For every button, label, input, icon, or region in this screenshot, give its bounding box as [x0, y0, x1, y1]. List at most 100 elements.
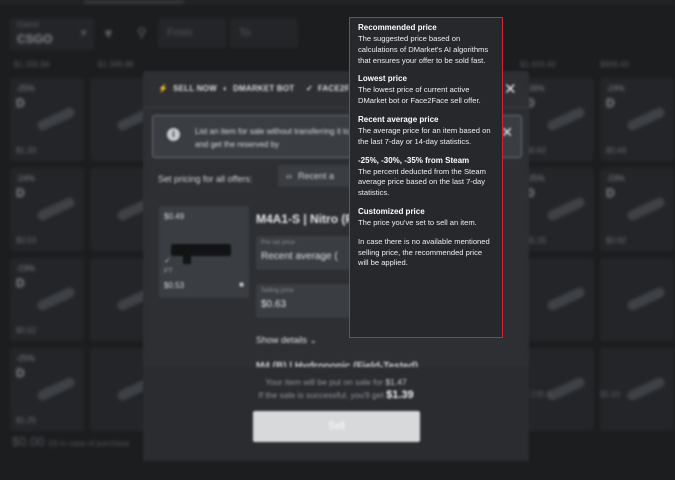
market-item-card[interactable]: -24% D $0.53 [10, 168, 84, 251]
filter-icon[interactable]: ▼ [102, 26, 115, 41]
item-name: M4A1-S | Nitro (F [256, 212, 353, 226]
tooltip-text: The price you've set to sell an item. [358, 217, 477, 227]
item-image [625, 376, 667, 402]
item-image [625, 196, 667, 222]
price-to-input[interactable]: To [230, 18, 298, 48]
preset-price-label: Pre-set price [261, 240, 296, 246]
tooltip-text: The average price for an item based on t… [358, 125, 491, 146]
tab-sell-now[interactable]: ⚡ SELL NOW [158, 84, 217, 93]
item-image [35, 106, 77, 132]
tooltip-heading: -25%, -30%, -35% from Steam [358, 155, 470, 165]
swap-arrows-icon: ‹› [286, 171, 292, 181]
discount-badge: -24% [606, 84, 625, 93]
market-item-card[interactable] [520, 258, 594, 341]
market-item-card[interactable] [600, 258, 674, 341]
discount-badge: -25% [16, 354, 35, 363]
item-price: $0.53 [16, 236, 37, 245]
discount-badge: -25% [16, 84, 35, 93]
game-select-value: CSGO [17, 32, 53, 46]
discount-badge: -24% [16, 174, 35, 183]
tooltip-heading: Recent average price [358, 114, 439, 124]
check-icon: ✓ [164, 256, 171, 265]
tooltip-heading: Customized price [358, 206, 425, 216]
show-details-toggle[interactable]: Show details ⌄ [256, 335, 317, 346]
market-item-card[interactable]: -26% D $0.62 [520, 78, 594, 161]
row-price: $1.423.40 [520, 60, 556, 69]
tab-label: DMARKET BOT [233, 84, 295, 93]
item-bottom-price: $0.53 [164, 281, 185, 290]
tooltip-section: Lowest price The lowest price of current… [358, 74, 494, 107]
market-item-card[interactable]: -25% D $1.33 [10, 78, 84, 161]
item-image [35, 286, 77, 312]
item-wear: FT [164, 268, 173, 275]
market-item-card[interactable]: -25% D $1.25 [10, 348, 84, 431]
set-pricing-select[interactable]: ‹› Recent a [278, 165, 354, 187]
close-icon[interactable]: ✕ [504, 80, 517, 98]
item-image [35, 196, 77, 222]
row-price: $906.43 [600, 60, 629, 69]
discount-badge: -23% [16, 264, 35, 273]
filters-bar: Game CSGO ▼ ▼ ⚲ From To [0, 14, 675, 50]
close-icon[interactable]: ✕ [501, 124, 513, 141]
row-price: $5.93 [600, 390, 621, 399]
chevron-down-icon: ▼ [79, 28, 88, 38]
tooltip-section: Customized price The price you've set to… [358, 207, 494, 229]
top-nav-bar [0, 0, 675, 4]
item-image [545, 196, 587, 222]
tooltip-text: The suggested price based on calculation… [358, 34, 489, 65]
item-image [625, 106, 667, 132]
market-item-card[interactable]: -24% D $0.44 [600, 78, 674, 161]
item-price: $0.52 [16, 326, 37, 335]
selling-price-value: $0.63 [261, 299, 287, 310]
row-price: $1.349.88 [98, 60, 134, 69]
dmarket-logo: D [606, 186, 615, 200]
you-get-line: If the sale is successful, you'll get $1… [143, 389, 529, 401]
item-image [35, 376, 77, 402]
item-price: $1.33 [16, 146, 37, 155]
check-icon: ✓ [306, 84, 313, 93]
game-select-label: Game [17, 20, 39, 29]
dmarket-logo: D [16, 96, 25, 110]
market-item-card[interactable]: -25% D $1.15 [520, 168, 594, 251]
dmarket-logo: D [16, 186, 25, 200]
tooltip-section: Recent average price The average price f… [358, 115, 494, 148]
sell-button[interactable]: Sell [253, 411, 420, 442]
tooltip-footnote: In case there is no available mentioned … [358, 236, 490, 268]
game-select[interactable]: Game CSGO ▼ [10, 18, 94, 50]
put-on-sale-text: Your item will be put on sale for [265, 377, 384, 387]
search-icon[interactable]: ⚲ [137, 25, 147, 41]
show-details-label: Show details [256, 335, 308, 345]
item-image [545, 106, 587, 132]
item-image [625, 286, 667, 312]
you-get-text: If the sale is successful, you'll get [258, 390, 384, 400]
tab-label: SELL NOW [173, 84, 217, 93]
market-item-card[interactable]: -23% D $0.52 [10, 258, 84, 341]
item-price: $0.44 [606, 146, 627, 155]
market-item-card[interactable]: -23% D $0.92 [600, 168, 674, 251]
dmarket-logo: D [16, 366, 25, 380]
selling-price-label: Selling price [261, 288, 294, 294]
item-card: $0.49 ✓ FT $0.53 ■ [159, 206, 249, 298]
rifle-grip [183, 254, 191, 264]
chevron-down-icon: ⌄ [309, 335, 318, 345]
item-price: $1.25 [16, 416, 37, 425]
item-price: $1.15 [526, 236, 547, 245]
bot-icon: ◐ [223, 84, 229, 93]
item-price: $0.92 [606, 236, 627, 245]
tooltip-text: The percent deducted from the Steam aver… [358, 166, 486, 198]
rifle-image [171, 244, 231, 256]
lock-icon: ■ [239, 280, 244, 289]
discount-badge: -23% [606, 174, 625, 183]
cart-total: $0.00 (0) in case of purchase [12, 434, 130, 449]
dmarket-logo: D [16, 276, 25, 290]
tooltip-heading: Recommended price [358, 23, 437, 32]
item-image [545, 286, 587, 312]
lightning-icon: ⚡ [158, 84, 169, 93]
price-from-input[interactable]: From [158, 18, 226, 48]
you-get-value: $1.39 [386, 389, 414, 401]
tooltip-section: Recommended price The suggested price ba… [358, 23, 494, 66]
item-image [545, 376, 587, 402]
active-tab-indicator [84, 0, 184, 4]
tab-dmarket-bot[interactable]: ◐ DMARKET BOT [223, 84, 294, 93]
set-pricing-label: Set pricing for all offers: [158, 174, 253, 184]
